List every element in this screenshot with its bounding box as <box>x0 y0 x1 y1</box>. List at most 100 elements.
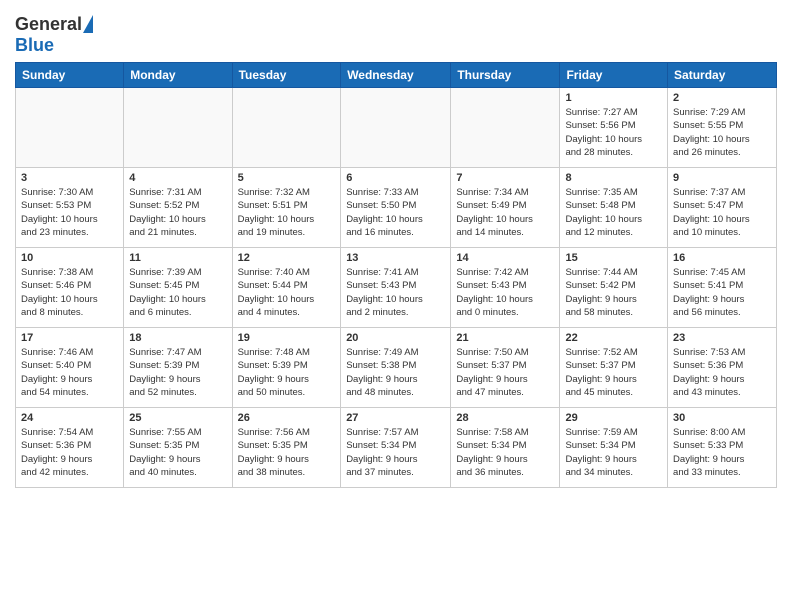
week-row-3: 17 Sunrise: 7:46 AMSunset: 5:40 PMDayligh… <box>16 328 777 408</box>
table-row: 28 Sunrise: 7:58 AMSunset: 5:34 PMDayligh… <box>451 408 560 488</box>
day-info: Sunrise: 7:35 AMSunset: 5:48 PMDaylight:… <box>565 186 662 239</box>
table-row: 18 Sunrise: 7:47 AMSunset: 5:39 PMDayligh… <box>124 328 232 408</box>
table-row: 29 Sunrise: 7:59 AMSunset: 5:34 PMDayligh… <box>560 408 668 488</box>
day-number: 14 <box>456 252 554 264</box>
day-info: Sunrise: 7:29 AMSunset: 5:55 PMDaylight:… <box>673 106 771 159</box>
day-info: Sunrise: 7:54 AMSunset: 5:36 PMDaylight:… <box>21 426 118 479</box>
day-info: Sunrise: 7:56 AMSunset: 5:35 PMDaylight:… <box>238 426 336 479</box>
day-info: Sunrise: 7:53 AMSunset: 5:36 PMDaylight:… <box>673 346 771 399</box>
day-info: Sunrise: 7:45 AMSunset: 5:41 PMDaylight:… <box>673 266 771 319</box>
day-info: Sunrise: 7:37 AMSunset: 5:47 PMDaylight:… <box>673 186 771 239</box>
weekday-header-friday: Friday <box>560 63 668 88</box>
table-row: 4Sunrise: 7:31 AMSunset: 5:52 PMDaylight… <box>124 168 232 248</box>
day-number: 26 <box>238 412 336 424</box>
table-row: 26 Sunrise: 7:56 AMSunset: 5:35 PMDayligh… <box>232 408 341 488</box>
day-info: Sunrise: 7:52 AMSunset: 5:37 PMDaylight:… <box>565 346 662 399</box>
weekday-header-tuesday: Tuesday <box>232 63 341 88</box>
weekday-header-wednesday: Wednesday <box>341 63 451 88</box>
table-row: 14 Sunrise: 7:42 AMSunset: 5:43 PMDayligh… <box>451 248 560 328</box>
day-number: 5 <box>238 172 336 184</box>
logo-general-text: General <box>15 14 82 35</box>
day-number: 12 <box>238 252 336 264</box>
day-number: 15 <box>565 252 662 264</box>
calendar: SundayMondayTuesdayWednesdayThursdayFrid… <box>15 62 777 488</box>
table-row: 12 Sunrise: 7:40 AMSunset: 5:44 PMDayligh… <box>232 248 341 328</box>
day-info: Sunrise: 7:38 AMSunset: 5:46 PMDaylight:… <box>21 266 118 319</box>
table-row: 24Sunrise: 7:54 AMSunset: 5:36 PMDayligh… <box>16 408 124 488</box>
table-row: 13 Sunrise: 7:41 AMSunset: 5:43 PMDayligh… <box>341 248 451 328</box>
day-number: 21 <box>456 332 554 344</box>
table-row: 23 Sunrise: 7:53 AMSunset: 5:36 PMDayligh… <box>668 328 777 408</box>
logo: General Blue <box>15 14 93 56</box>
week-row-4: 24Sunrise: 7:54 AMSunset: 5:36 PMDayligh… <box>16 408 777 488</box>
day-info: Sunrise: 7:32 AMSunset: 5:51 PMDaylight:… <box>238 186 336 239</box>
table-row: 5 Sunrise: 7:32 AMSunset: 5:51 PMDaylight… <box>232 168 341 248</box>
weekday-header-thursday: Thursday <box>451 63 560 88</box>
table-row: 22 Sunrise: 7:52 AMSunset: 5:37 PMDayligh… <box>560 328 668 408</box>
day-number: 6 <box>346 172 445 184</box>
day-number: 18 <box>129 332 226 344</box>
week-row-0: 1Sunrise: 7:27 AMSunset: 5:56 PMDaylight… <box>16 88 777 168</box>
day-number: 22 <box>565 332 662 344</box>
day-info: Sunrise: 7:44 AMSunset: 5:42 PMDaylight:… <box>565 266 662 319</box>
day-number: 2 <box>673 92 771 104</box>
table-row: 1Sunrise: 7:27 AMSunset: 5:56 PMDaylight… <box>560 88 668 168</box>
day-number: 27 <box>346 412 445 424</box>
day-info: Sunrise: 7:46 AMSunset: 5:40 PMDaylight:… <box>21 346 118 399</box>
day-info: Sunrise: 7:48 AMSunset: 5:39 PMDaylight:… <box>238 346 336 399</box>
day-number: 10 <box>21 252 118 264</box>
day-number: 19 <box>238 332 336 344</box>
day-info: Sunrise: 7:30 AMSunset: 5:53 PMDaylight:… <box>21 186 118 239</box>
day-info: Sunrise: 7:42 AMSunset: 5:43 PMDaylight:… <box>456 266 554 319</box>
day-info: Sunrise: 7:31 AMSunset: 5:52 PMDaylight:… <box>129 186 226 239</box>
day-number: 28 <box>456 412 554 424</box>
day-number: 25 <box>129 412 226 424</box>
day-number: 9 <box>673 172 771 184</box>
day-info: Sunrise: 7:33 AMSunset: 5:50 PMDaylight:… <box>346 186 445 239</box>
day-number: 13 <box>346 252 445 264</box>
day-info: Sunrise: 7:47 AMSunset: 5:39 PMDaylight:… <box>129 346 226 399</box>
table-row: 19 Sunrise: 7:48 AMSunset: 5:39 PMDayligh… <box>232 328 341 408</box>
table-row: 9 Sunrise: 7:37 AMSunset: 5:47 PMDaylight… <box>668 168 777 248</box>
day-info: Sunrise: 7:39 AMSunset: 5:45 PMDaylight:… <box>129 266 226 319</box>
logo-blue-text: Blue <box>15 35 54 56</box>
day-info: Sunrise: 7:40 AMSunset: 5:44 PMDaylight:… <box>238 266 336 319</box>
table-row <box>232 88 341 168</box>
table-row: 17 Sunrise: 7:46 AMSunset: 5:40 PMDayligh… <box>16 328 124 408</box>
day-number: 20 <box>346 332 445 344</box>
weekday-header-saturday: Saturday <box>668 63 777 88</box>
weekday-header-row: SundayMondayTuesdayWednesdayThursdayFrid… <box>16 63 777 88</box>
day-number: 11 <box>129 252 226 264</box>
table-row: 3 Sunrise: 7:30 AMSunset: 5:53 PMDaylight… <box>16 168 124 248</box>
header: General Blue <box>15 10 777 56</box>
day-number: 23 <box>673 332 771 344</box>
table-row: 27 Sunrise: 7:57 AMSunset: 5:34 PMDayligh… <box>341 408 451 488</box>
day-number: 16 <box>673 252 771 264</box>
table-row: 30 Sunrise: 8:00 AMSunset: 5:33 PMDayligh… <box>668 408 777 488</box>
day-info: Sunrise: 8:00 AMSunset: 5:33 PMDaylight:… <box>673 426 771 479</box>
table-row <box>16 88 124 168</box>
day-number: 17 <box>21 332 118 344</box>
table-row: 20Sunrise: 7:49 AMSunset: 5:38 PMDayligh… <box>341 328 451 408</box>
table-row: 15 Sunrise: 7:44 AMSunset: 5:42 PMDayligh… <box>560 248 668 328</box>
day-info: Sunrise: 7:57 AMSunset: 5:34 PMDaylight:… <box>346 426 445 479</box>
weekday-header-sunday: Sunday <box>16 63 124 88</box>
day-number: 30 <box>673 412 771 424</box>
table-row <box>341 88 451 168</box>
table-row: 8Sunrise: 7:35 AMSunset: 5:48 PMDaylight… <box>560 168 668 248</box>
table-row <box>451 88 560 168</box>
day-info: Sunrise: 7:58 AMSunset: 5:34 PMDaylight:… <box>456 426 554 479</box>
table-row: 10 Sunrise: 7:38 AMSunset: 5:46 PMDayligh… <box>16 248 124 328</box>
page: General Blue SundayMondayTuesdayWednesda… <box>0 0 792 498</box>
day-number: 3 <box>21 172 118 184</box>
table-row: 16 Sunrise: 7:45 AMSunset: 5:41 PMDayligh… <box>668 248 777 328</box>
table-row: 21Sunrise: 7:50 AMSunset: 5:37 PMDayligh… <box>451 328 560 408</box>
day-info: Sunrise: 7:59 AMSunset: 5:34 PMDaylight:… <box>565 426 662 479</box>
day-number: 1 <box>565 92 662 104</box>
day-info: Sunrise: 7:41 AMSunset: 5:43 PMDaylight:… <box>346 266 445 319</box>
day-number: 29 <box>565 412 662 424</box>
table-row: 2 Sunrise: 7:29 AMSunset: 5:55 PMDaylight… <box>668 88 777 168</box>
day-info: Sunrise: 7:55 AMSunset: 5:35 PMDaylight:… <box>129 426 226 479</box>
weekday-header-monday: Monday <box>124 63 232 88</box>
table-row <box>124 88 232 168</box>
